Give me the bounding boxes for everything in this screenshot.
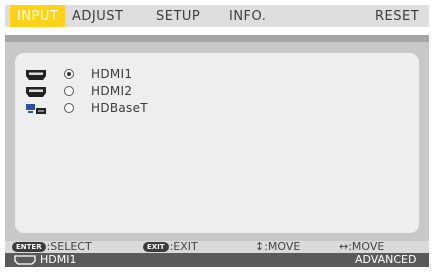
enter-key-icon: ENTER <box>12 242 46 252</box>
status-bar: HDMI1 ADVANCED <box>5 253 429 267</box>
help-text: :EXIT <box>169 240 198 253</box>
help-move-vertical: ↕:MOVE <box>255 240 301 253</box>
hdmi-connector-icon <box>26 70 46 80</box>
help-text: :SELECT <box>46 240 92 253</box>
tab-divider <box>5 27 429 35</box>
exit-key-icon: EXIT <box>143 242 169 252</box>
input-label: HDMI1 <box>91 67 133 81</box>
current-input: HDMI1 <box>40 253 77 266</box>
help-exit: EXIT:EXIT <box>143 241 198 253</box>
input-label: HDMI2 <box>91 84 133 98</box>
help-select: ENTER:SELECT <box>12 241 92 253</box>
radio-selected[interactable] <box>64 69 74 79</box>
tab-adjust[interactable]: ADJUST <box>72 5 123 27</box>
radio-unselected[interactable] <box>64 103 74 113</box>
menu-tabs: INPUT ADJUST SETUP INFO. RESET <box>5 5 429 27</box>
input-label: HDBaseT <box>91 101 148 115</box>
submenu-bar <box>5 35 429 42</box>
tab-info[interactable]: INFO. <box>229 5 266 27</box>
network-connector-icon <box>26 104 46 114</box>
input-list-panel: HDMI1 HDMI2 HDBaseT <box>15 53 419 233</box>
help-move-horizontal: ↔:MOVE <box>339 240 385 253</box>
key-help-bar: ENTER:SELECT EXIT:EXIT ↕:MOVE ↔:MOVE <box>5 241 429 253</box>
hdmi-connector-icon <box>26 87 46 97</box>
projector-menu: INPUT ADJUST SETUP INFO. RESET HDMI1 HDM… <box>5 5 429 267</box>
radio-unselected[interactable] <box>64 86 74 96</box>
tab-setup[interactable]: SETUP <box>156 5 200 27</box>
tab-reset[interactable]: RESET <box>375 5 419 27</box>
tab-input[interactable]: INPUT <box>10 5 66 27</box>
hdmi-connector-icon <box>14 255 36 265</box>
menu-mode: ADVANCED <box>355 253 417 266</box>
